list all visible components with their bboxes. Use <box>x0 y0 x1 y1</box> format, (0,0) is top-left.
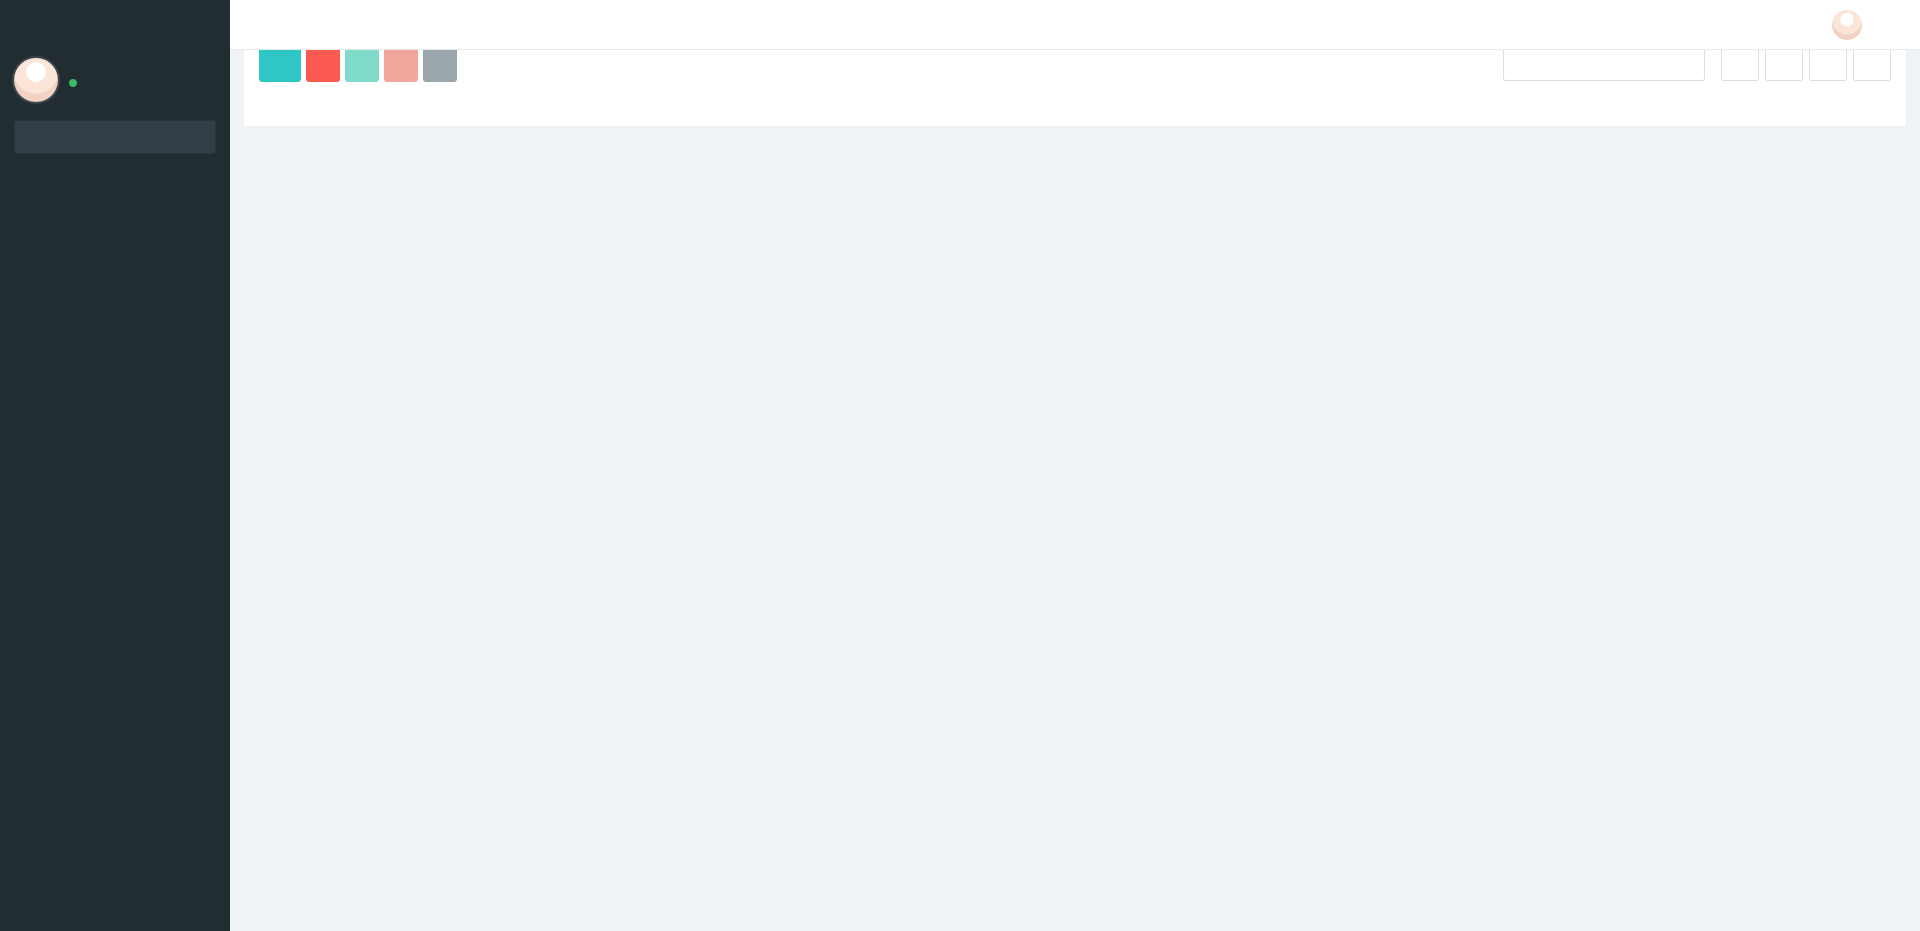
columns-dropdown-button[interactable] <box>1765 46 1803 81</box>
topbar <box>230 0 1920 50</box>
sidebar-toggle-button[interactable] <box>230 0 280 49</box>
online-dot <box>69 78 77 87</box>
toolbar-right <box>1503 46 1891 81</box>
user-status <box>69 78 83 87</box>
refresh-button[interactable] <box>259 45 301 82</box>
menu-search-input[interactable] <box>14 120 216 154</box>
topbar-right <box>1701 0 1920 49</box>
sidebar-search <box>14 120 216 154</box>
files-button[interactable] <box>1767 0 1793 49</box>
user-avatar <box>14 58 58 102</box>
user-avatar-small <box>1832 9 1862 40</box>
edit-button[interactable] <box>345 45 379 82</box>
toolbar <box>259 45 1891 82</box>
search-toggle-button[interactable] <box>1853 46 1891 81</box>
table-search-input[interactable] <box>1503 46 1705 81</box>
more-button[interactable] <box>423 45 457 82</box>
export-dropdown-button[interactable] <box>1809 46 1847 81</box>
clear-cache-button[interactable] <box>1734 0 1767 49</box>
fullscreen-button[interactable] <box>1793 0 1819 49</box>
app-title <box>0 0 230 52</box>
home-link[interactable] <box>1701 0 1734 49</box>
view-toggle-button[interactable] <box>1721 46 1759 81</box>
sidebar <box>0 0 230 931</box>
add-button[interactable] <box>306 45 340 82</box>
user-menu[interactable] <box>1819 0 1882 49</box>
settings-button[interactable] <box>1882 0 1908 49</box>
delete-button[interactable] <box>384 45 418 82</box>
user-panel <box>0 52 230 114</box>
